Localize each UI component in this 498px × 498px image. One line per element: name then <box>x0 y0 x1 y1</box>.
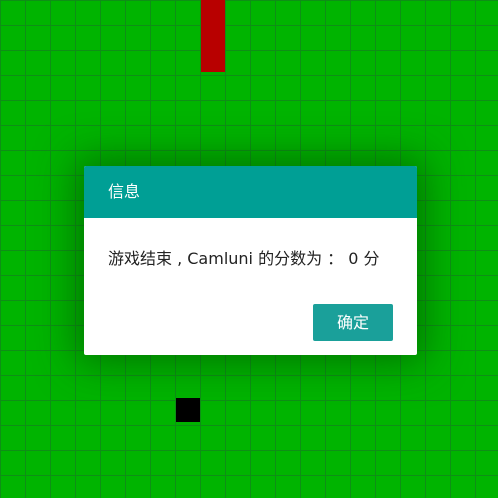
dialog-footer: 确定 <box>313 304 393 341</box>
dialog-message: 游戏结束 , Camluni 的分数为 ： 0 分 <box>108 249 380 268</box>
game-over-dialog: 信息 游戏结束 , Camluni 的分数为 ： 0 分 确定 <box>84 166 417 355</box>
snake-body <box>201 0 225 72</box>
confirm-button[interactable]: 确定 <box>313 304 393 341</box>
food-block <box>176 398 200 422</box>
dialog-title: 信息 <box>84 166 417 218</box>
